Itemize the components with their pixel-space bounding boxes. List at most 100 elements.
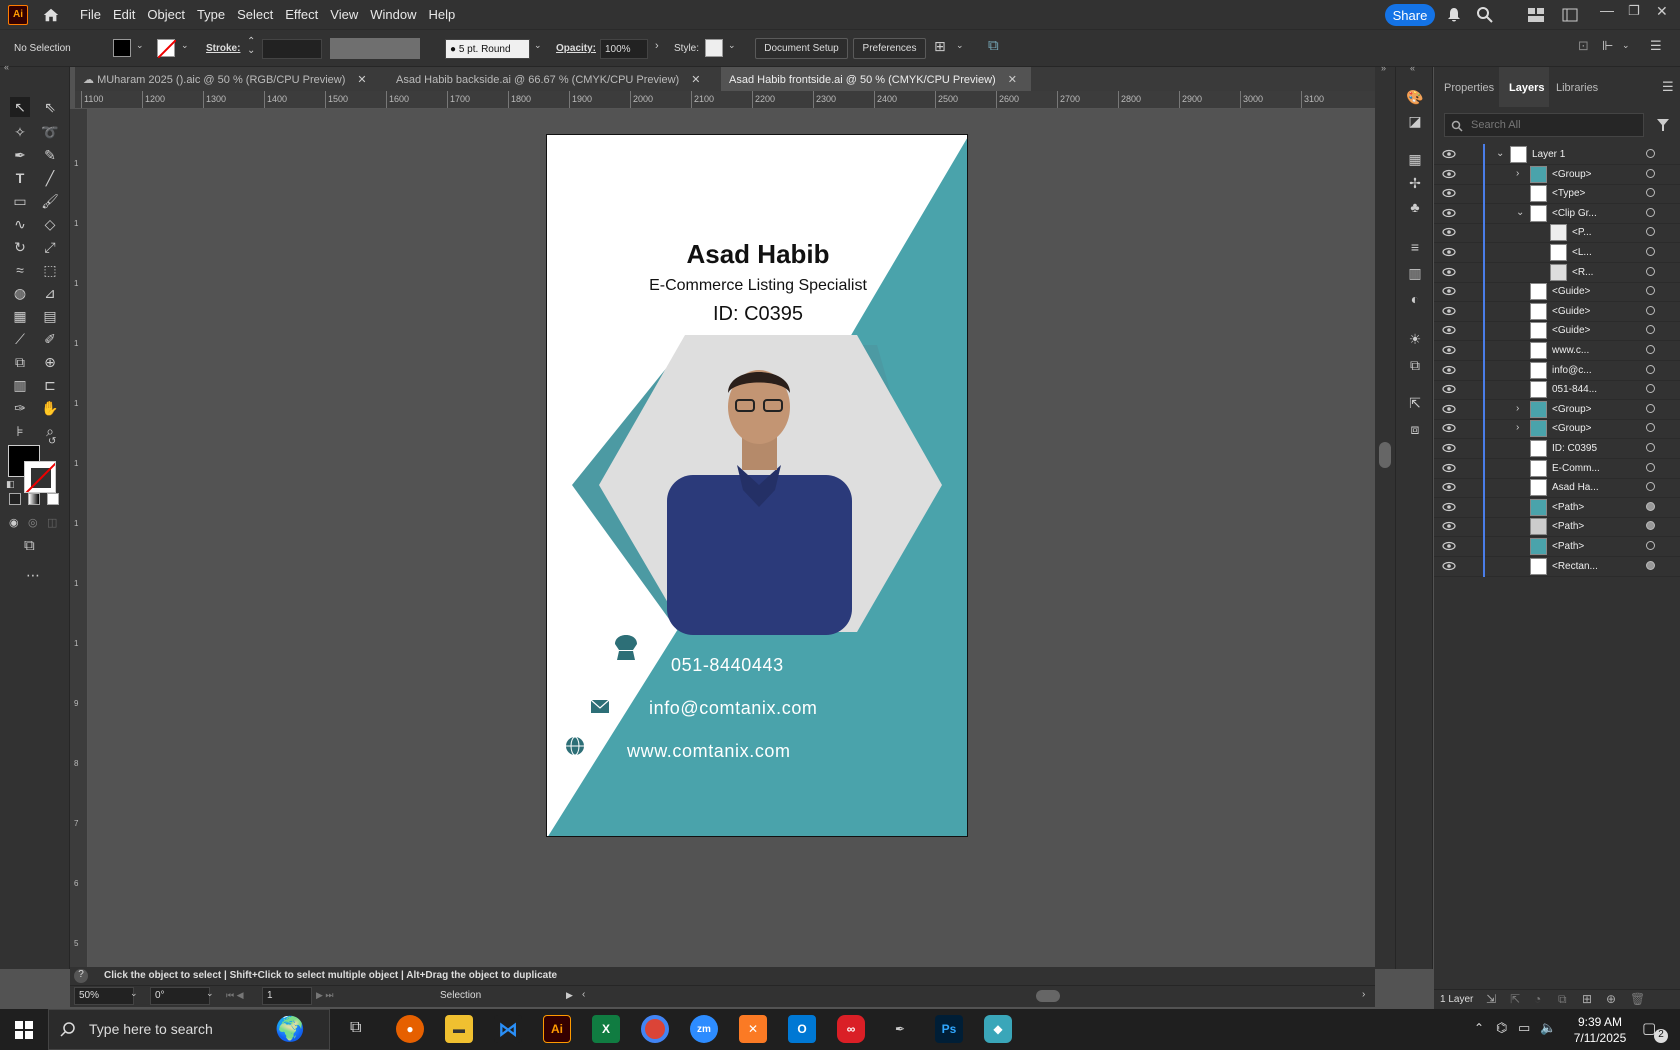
target-circle-icon[interactable] — [1646, 325, 1655, 335]
layer-row[interactable]: <Rectan... — [1434, 555, 1680, 577]
search-icon[interactable] — [1476, 6, 1494, 24]
photoshop-icon[interactable]: Ps — [935, 1015, 963, 1043]
canvas[interactable]: Asad Habib E-Commerce Listing Specialist… — [88, 109, 1375, 967]
layer-name[interactable]: <Group> — [1552, 423, 1591, 434]
gradient-mode-icon[interactable] — [28, 493, 40, 505]
layer-row[interactable]: <R... — [1434, 261, 1680, 283]
layer-name[interactable]: <Group> — [1552, 404, 1591, 415]
layer-name[interactable]: <Guide> — [1552, 306, 1590, 317]
visibility-eye-icon[interactable] — [1442, 265, 1456, 279]
chevron-down-icon[interactable]: ⌄ — [1622, 40, 1630, 51]
first-artboard-icon[interactable]: ⏮ ◀ — [226, 990, 244, 1001]
visibility-eye-icon[interactable] — [1442, 304, 1456, 318]
graphic-styles-icon[interactable]: ⧉ — [1405, 355, 1425, 375]
target-circle-icon[interactable] — [1646, 345, 1655, 354]
layer-name[interactable]: Layer 1 — [1532, 149, 1565, 160]
layer-row[interactable]: 051-844... — [1434, 379, 1680, 401]
volume-icon[interactable]: 🔈 — [1540, 1020, 1556, 1036]
perspective-icon[interactable]: ⊿ — [40, 283, 60, 303]
chevron-down-icon[interactable]: ⌄ — [136, 40, 144, 51]
layer-name[interactable]: <Guide> — [1552, 286, 1590, 297]
visibility-eye-icon[interactable] — [1442, 167, 1456, 181]
visibility-eye-icon[interactable] — [1442, 539, 1456, 553]
layer-row[interactable]: E-Comm... — [1434, 457, 1680, 479]
swatches-panel-icon[interactable]: ◪ — [1405, 111, 1425, 131]
target-circle-icon[interactable] — [1646, 305, 1655, 315]
panel-menu-icon[interactable]: ☰ — [1662, 79, 1674, 95]
scale-icon[interactable]: ⤢ — [40, 237, 60, 257]
target-circle-icon[interactable] — [1646, 207, 1655, 217]
curvature-icon[interactable]: ✎ — [40, 145, 60, 165]
visibility-eye-icon[interactable] — [1442, 461, 1456, 475]
scroll-left-icon[interactable]: ‹ — [582, 989, 585, 1000]
layer-name[interactable]: <Guide> — [1552, 325, 1590, 336]
menu-type[interactable]: Type — [197, 7, 225, 22]
print-tiling-icon[interactable]: ⊧ — [10, 421, 30, 441]
layer-row[interactable]: Asad Ha... — [1434, 477, 1680, 499]
collect-export-icon[interactable]: ⇲ — [1486, 992, 1496, 1006]
fill-swatch[interactable] — [113, 39, 131, 57]
lasso-icon[interactable]: ➰ — [40, 122, 60, 142]
illustrator-taskbar-icon[interactable]: Ai — [543, 1015, 571, 1043]
stepper-icon[interactable]: ⌃ ⌄ — [247, 37, 255, 56]
eraser-icon[interactable]: ◇ — [40, 214, 60, 234]
layer-row[interactable]: <Guide> — [1434, 281, 1680, 303]
selection-tool-icon[interactable]: ↖ — [10, 97, 30, 117]
chevron-down-icon[interactable]: ⌄ — [1516, 207, 1524, 218]
artboard-number-input[interactable]: 1 — [262, 987, 312, 1005]
arrange-icon[interactable]: ⊡ — [1578, 38, 1589, 54]
gradient-icon[interactable]: ▤ — [40, 306, 60, 326]
target-circle-icon[interactable] — [1646, 521, 1655, 531]
status-menu-icon[interactable]: ▶ — [566, 990, 573, 1001]
close-icon[interactable]: ✕ — [1656, 3, 1668, 20]
rectangle-tool-icon[interactable]: ▭ — [10, 191, 30, 211]
display-icon[interactable]: ▭ — [1518, 1020, 1530, 1036]
visibility-eye-icon[interactable] — [1442, 519, 1456, 533]
menu-icon[interactable]: ☰ — [1650, 38, 1662, 54]
layer-row[interactable]: <L... — [1434, 242, 1680, 263]
gradient-panel-icon[interactable]: ▥ — [1405, 263, 1425, 283]
new-sublayer-icon[interactable]: ⧉ — [1558, 992, 1567, 1007]
target-circle-icon[interactable] — [1646, 384, 1655, 394]
chevron-down-icon[interactable]: ⌄ — [534, 40, 542, 51]
chevron-down-icon[interactable]: ⌄ — [956, 40, 964, 51]
target-circle-icon[interactable] — [1646, 227, 1655, 237]
swap-colors-icon[interactable]: ↺ — [48, 436, 56, 447]
visibility-eye-icon[interactable] — [1442, 480, 1456, 494]
layer-name[interactable]: <Group> — [1552, 169, 1591, 180]
draw-normal-icon[interactable]: ◉ — [9, 516, 19, 529]
stroke-panel-icon[interactable]: ≡ — [1405, 237, 1425, 257]
layer-name[interactable]: <Clip Gr... — [1552, 208, 1597, 219]
target-circle-icon[interactable] — [1646, 168, 1655, 178]
chevron-down-icon[interactable]: ⌄ — [728, 40, 736, 51]
new-layer-icon[interactable]: ⊕ — [1606, 992, 1616, 1006]
brush-definition[interactable]: ● 5 pt. Round — [445, 39, 530, 59]
layer-row[interactable]: <Type> — [1434, 183, 1680, 205]
layer-name[interactable]: E-Comm... — [1552, 463, 1600, 474]
variable-width-profile[interactable] — [330, 38, 420, 59]
layer-name[interactable]: 051-844... — [1552, 384, 1597, 395]
last-artboard-icon[interactable]: ▶ ⏭ — [316, 990, 334, 1001]
menu-window[interactable]: Window — [370, 7, 416, 22]
layer-name[interactable]: <Type> — [1552, 188, 1585, 199]
tab-layers[interactable]: Layers — [1509, 82, 1544, 94]
layer-row[interactable]: › <Group> — [1434, 163, 1680, 185]
transparency-panel-icon[interactable]: ◐ — [1405, 289, 1425, 309]
visibility-eye-icon[interactable] — [1442, 225, 1456, 239]
shape-builder-icon[interactable]: ◍ — [10, 283, 30, 303]
graph-icon[interactable]: ▥ — [10, 375, 30, 395]
layer-name[interactable]: Asad Ha... — [1552, 482, 1599, 493]
draw-inside-icon[interactable]: ◫ — [47, 516, 57, 529]
visibility-eye-icon[interactable] — [1442, 343, 1456, 357]
layer-row[interactable]: › <Group> — [1434, 398, 1680, 420]
chevron-down-icon[interactable]: ⌄ — [1496, 148, 1504, 159]
target-circle-icon[interactable] — [1646, 364, 1655, 374]
target-circle-icon[interactable] — [1646, 188, 1655, 198]
target-circle-icon[interactable] — [1646, 149, 1655, 158]
paintbrush-icon[interactable]: 🖌 — [40, 191, 60, 211]
vscode-icon[interactable]: ⋈ — [494, 1015, 522, 1043]
target-circle-icon[interactable] — [1646, 482, 1655, 492]
stroke-label[interactable]: Stroke: — [206, 43, 240, 54]
zoom-input[interactable]: 50% — [74, 987, 134, 1005]
visibility-eye-icon[interactable] — [1442, 500, 1456, 514]
